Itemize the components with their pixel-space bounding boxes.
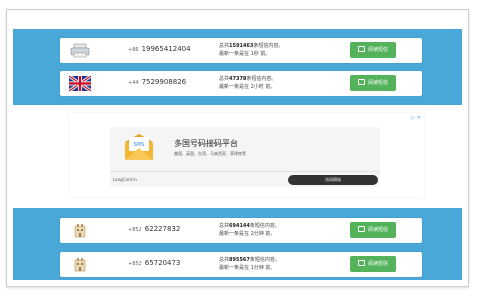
ad-footer: LongCard.in 访问网站 — [110, 171, 380, 187]
uk-flag-icon — [69, 76, 91, 91]
ad-card[interactable]: SMS 多国号码接码平台 美国、英国、台湾、马来西亚、菲律宾等 LongCard… — [110, 127, 380, 187]
hk-flag-icon — [74, 224, 86, 238]
envelope-icon: SMS — [125, 134, 153, 160]
number-row[interactable]: +852 62227832 总共694144条短信内容。 最新一条是在 2分钟 前… — [60, 218, 422, 243]
message-icon — [357, 45, 365, 52]
envelope-label: SMS — [134, 142, 145, 148]
number-row[interactable]: +44 7529908826 总共47378条短信内容。 最新一条是在 2小时 前… — [60, 71, 422, 96]
ad-title: 多国号码接码平台 — [174, 139, 238, 148]
sms-info: 总共1591463条短信内容。 最新一条是在 1秒 前。 — [219, 43, 284, 57]
read-sms-button[interactable]: 阅读短信 — [350, 222, 396, 238]
printer-icon — [70, 43, 90, 58]
number-row[interactable]: +86 19965412404 总共1591463条短信内容。 最新一条是在 1秒… — [60, 38, 422, 63]
message-icon — [357, 259, 365, 266]
sms-info: 总共895567条短信内容。 最新一条是在 1分钟 前。 — [219, 257, 280, 271]
phone-number[interactable]: +44 7529908826 — [128, 78, 186, 86]
read-sms-button[interactable]: 阅读短信 — [350, 75, 396, 91]
ad-site[interactable]: LongCard.in — [113, 177, 137, 182]
read-sms-button[interactable]: 阅读短信 — [350, 42, 396, 58]
sms-info: 总共47378条短信内容。 最新一条是在 2小时 前。 — [219, 76, 277, 90]
number-row[interactable]: +852 65720473 总共895567条短信内容。 最新一条是在 1分钟 前… — [60, 252, 422, 277]
message-icon — [357, 78, 365, 85]
phone-number[interactable]: +86 19965412404 — [128, 45, 191, 53]
sms-info: 总共694144条短信内容。 最新一条是在 2分钟 前。 — [219, 223, 280, 237]
read-sms-button[interactable]: 阅读短信 — [350, 256, 396, 272]
phone-number[interactable]: +852 62227832 — [128, 225, 180, 233]
advertisement[interactable]: ▷ ✕ SMS 多国号码接码平台 美国、英国、台湾、马来西亚、菲律宾等 Long… — [70, 113, 424, 197]
ad-choices-icon[interactable]: ▷ ✕ — [411, 115, 421, 121]
message-icon — [357, 225, 365, 232]
ad-subtitle: 美国、英国、台湾、马来西亚、菲律宾等 — [174, 151, 246, 156]
visit-site-button[interactable]: 访问网站 — [288, 175, 378, 185]
phone-number[interactable]: +852 65720473 — [128, 259, 180, 267]
hk-flag-icon — [74, 258, 86, 272]
